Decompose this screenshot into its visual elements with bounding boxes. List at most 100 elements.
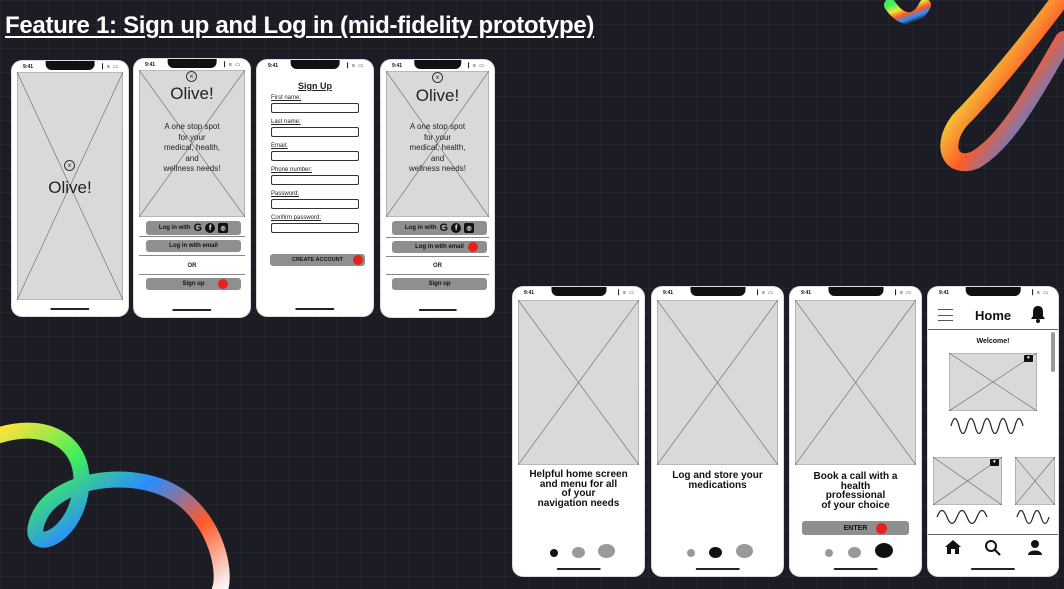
status-icons: ▎≡ ▭ xyxy=(618,290,635,296)
wave-placeholder xyxy=(950,417,1024,435)
profile-icon[interactable] xyxy=(1027,539,1043,555)
brand-name: Olive! xyxy=(170,84,214,103)
google-icon[interactable]: G xyxy=(440,222,449,234)
status-time: 9:41 xyxy=(268,63,279,69)
tagline-line: for your xyxy=(423,132,452,142)
divider xyxy=(139,274,245,275)
tagline-line: and xyxy=(430,153,445,163)
onboarding-line: navigation needs xyxy=(537,497,620,509)
status-icons: ▎≡ ▭ xyxy=(1032,290,1049,296)
page-dot[interactable] xyxy=(687,549,695,557)
status-icons: ▎≡ ▭ xyxy=(347,63,364,69)
notch xyxy=(290,60,340,69)
page-dot[interactable] xyxy=(825,549,833,557)
status-icons: ▎≡ ▭ xyxy=(102,64,119,70)
page-dot-active[interactable] xyxy=(875,543,893,558)
login-social-button[interactable]: Log in with G f ◎ xyxy=(392,221,487,235)
onboarding-line: medications xyxy=(688,479,747,491)
instagram-icon[interactable]: ◎ xyxy=(464,223,475,233)
tagline-line: wellness needs! xyxy=(163,164,221,173)
status-icons: ▎≡ ▭ xyxy=(468,63,485,69)
status-time: 9:41 xyxy=(23,64,34,70)
login-email-button[interactable]: Log in with email xyxy=(146,240,241,252)
divider xyxy=(139,236,245,237)
field-label: Last name: xyxy=(271,119,301,125)
page-dot[interactable] xyxy=(736,544,753,558)
home-indicator xyxy=(556,568,601,570)
close-icon[interactable]: × xyxy=(186,71,197,82)
tagline-line: A one stop spot xyxy=(164,122,220,131)
field-label: First name: xyxy=(271,95,302,101)
status-time: 9:41 xyxy=(524,290,535,296)
phone-field[interactable] xyxy=(271,175,359,185)
onboarding-text: Log and store your medications xyxy=(652,471,783,490)
phone-landing: 9:41 ▎≡ ▭ × Olive! A one stop spot for y… xyxy=(134,59,250,317)
home-indicator xyxy=(970,568,1016,570)
status-icons: ▎≡ ▭ xyxy=(757,290,774,296)
notch xyxy=(550,287,607,296)
phone-onboarding-1: 9:41 ▎≡ ▭ Helpful home screen and menu f… xyxy=(513,287,644,576)
instagram-icon[interactable]: ◎ xyxy=(218,223,229,233)
or-label: OR xyxy=(433,263,442,269)
phone-onboarding-2: 9:41 ▎≡ ▭ Log and store your medications xyxy=(652,287,783,576)
notch xyxy=(413,60,462,69)
wave-placeholder xyxy=(936,509,988,525)
heart-icon[interactable]: ♥ xyxy=(1024,355,1033,362)
card[interactable] xyxy=(1015,457,1055,505)
last-name-field[interactable] xyxy=(271,127,359,137)
heart-icon[interactable]: ♥ xyxy=(990,459,999,466)
field-label: Confirm password: xyxy=(271,215,322,221)
page-dot-active[interactable] xyxy=(709,547,722,558)
tagline-line: medical, health, xyxy=(163,143,221,152)
home-indicator xyxy=(418,309,457,311)
bell-icon[interactable] xyxy=(1030,305,1046,323)
notch xyxy=(965,287,1021,296)
home-indicator xyxy=(833,568,878,570)
search-icon[interactable] xyxy=(984,539,1001,556)
status-time: 9:41 xyxy=(939,290,950,296)
brand-name: Olive! xyxy=(48,178,92,197)
enter-button[interactable]: ENTER xyxy=(802,521,909,535)
decorative-swirl-bottom-left xyxy=(0,422,230,589)
home-icon[interactable] xyxy=(944,539,962,555)
image-placeholder xyxy=(518,300,639,465)
field-label: Email: xyxy=(271,143,288,149)
or-label: OR xyxy=(187,263,197,269)
page-dot-active[interactable] xyxy=(550,549,558,557)
login-social-button[interactable]: Log in with G f ◎ xyxy=(146,221,241,235)
welcome-text: Welcome! xyxy=(976,338,1010,345)
confirm-password-field[interactable] xyxy=(271,223,359,233)
first-name-field[interactable] xyxy=(271,103,359,113)
home-header: Home xyxy=(975,308,1012,323)
status-time: 9:41 xyxy=(663,290,674,296)
tagline: A one stop spot for your medical, health… xyxy=(134,122,250,175)
tap-indicator xyxy=(218,279,228,289)
signup-button[interactable]: Sign up xyxy=(392,278,487,290)
image-placeholder xyxy=(795,300,916,465)
tagline: A one stop spot for your medical, health… xyxy=(381,122,494,175)
home-indicator xyxy=(50,308,90,310)
google-icon[interactable]: G xyxy=(194,222,203,234)
phone-home: 9:41 ▎≡ ▭ Home Welcome! ♥ ♥ xyxy=(928,287,1058,576)
close-icon[interactable]: × xyxy=(432,72,443,83)
tap-indicator xyxy=(353,255,363,265)
page-dot[interactable] xyxy=(598,544,615,558)
email-field[interactable] xyxy=(271,151,359,161)
tagline-line: A one stop spot xyxy=(409,122,466,131)
facebook-icon[interactable]: f xyxy=(205,223,216,233)
status-time: 9:41 xyxy=(145,62,156,68)
hamburger-icon[interactable] xyxy=(938,309,953,321)
create-account-button[interactable]: CREATE ACCOUNT xyxy=(270,254,365,266)
close-icon[interactable]: × xyxy=(64,160,75,171)
page-dot[interactable] xyxy=(848,547,861,558)
password-field[interactable] xyxy=(271,199,359,209)
divider xyxy=(386,274,489,275)
status-time: 9:41 xyxy=(801,290,812,296)
facebook-icon[interactable]: f xyxy=(451,223,462,233)
home-indicator xyxy=(172,309,212,311)
page-title: Feature 1: Sign up and Log in (mid-fidel… xyxy=(5,12,595,39)
scrollbar[interactable] xyxy=(1051,332,1055,372)
page-dot[interactable] xyxy=(572,547,585,558)
login-with-label: Log in with xyxy=(158,225,191,231)
home-indicator xyxy=(695,568,740,570)
